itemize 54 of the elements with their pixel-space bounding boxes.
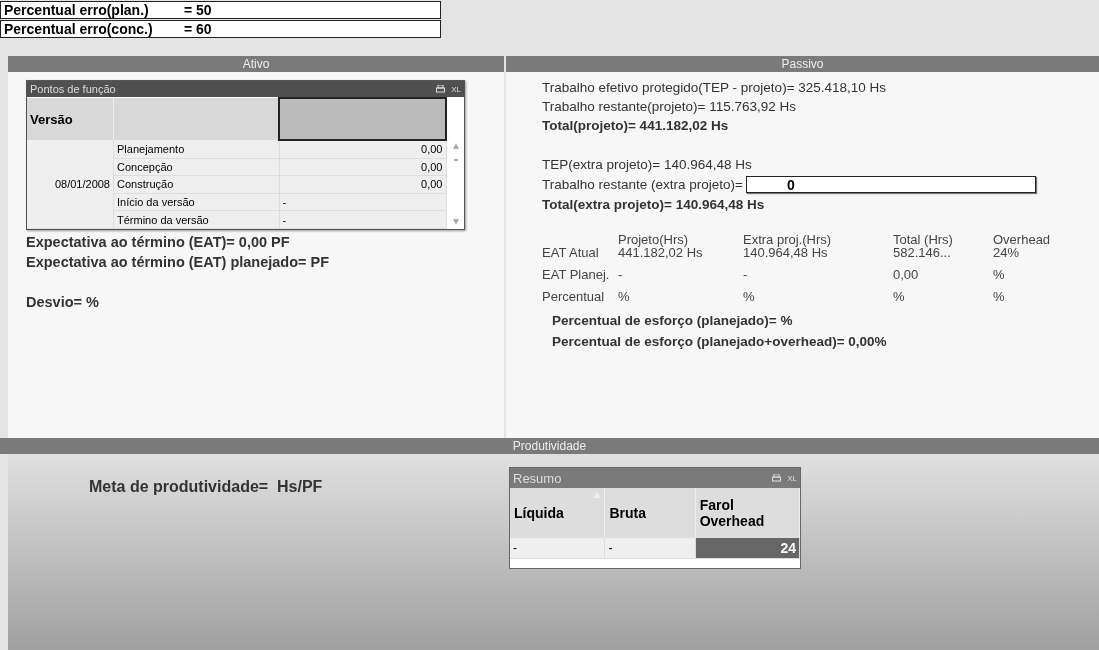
section-header: Produtividade [0, 438, 1099, 454]
table-cell: Planejamento [113, 140, 279, 159]
table-cell-text: % [993, 267, 1006, 284]
column-header: Projeto(Hrs) [618, 232, 690, 247]
summary-text: Trabalho efetivo protegido(TEP - projeto)= 325.418,10 Hs [542, 80, 888, 95]
table-title: Resumo [513, 470, 562, 486]
table-cell-text: 0,00 [893, 267, 920, 284]
table-cell-text: % [993, 289, 1006, 306]
table-cell: - [510, 538, 605, 559]
table-cell-text: - [618, 267, 624, 284]
error-label: Percentual erro(conc.) [4, 21, 154, 37]
column-label: Farol Overhead [699, 497, 765, 529]
summary-text: Percentual de esforço (planejado+overhead)= 0,00% [552, 334, 888, 349]
column-header[interactable]: Bruta [604, 488, 696, 538]
table-cell-text: Percentual [542, 289, 606, 306]
column-header[interactable]: Farol Overhead [695, 488, 800, 538]
summary-text: Total(projeto)= 441.182,02 Hs [542, 118, 730, 133]
table-cell-text: % [893, 289, 906, 306]
error-value: = 60 [184, 21, 212, 37]
table-cell-text: 24% [993, 245, 1021, 262]
table-cell-text: % [743, 289, 756, 306]
table-cell-text: EAT Planej. [542, 267, 611, 284]
table-cell-text: EAT Atual [542, 245, 600, 262]
summary-text: Desvio= % [26, 294, 100, 310]
table-cell-text: 582.146... [893, 245, 951, 262]
column-label: Líquida [514, 505, 564, 521]
excel-link[interactable]: XL [451, 84, 461, 94]
section-header: Ativo [8, 56, 504, 72]
summary-text: Meta de produtividade= Hs/PF [88, 477, 324, 497]
column-header: Total (Hrs) [893, 232, 954, 247]
summary-text: Total(extra projeto)= 140.964,48 Hs [542, 197, 766, 212]
error-value: = 50 [184, 2, 212, 18]
input-field[interactable]: 0 [746, 176, 1036, 193]
column-header: Overhead [993, 232, 1052, 247]
summary-text: Expectativa ao término (EAT)= 0,00 PF [26, 234, 291, 250]
table-cell-text: % [618, 289, 631, 306]
column-header[interactable]: Líquida [510, 488, 605, 538]
table-cell-text: - [743, 267, 749, 284]
table-title: Pontos de função [30, 83, 116, 95]
summary-text: Trabalho restante(projeto)= 115.763,92 Hs [542, 99, 798, 114]
error-label: Percentual erro(plan.) [4, 2, 150, 18]
table-cell: 08/01/2008 [27, 140, 114, 229]
print-icon[interactable] [436, 85, 446, 93]
summary-text: Expectativa ao término (EAT) planejado= PF [26, 254, 331, 270]
field-label: Trabalho restante (extra projeto)= [542, 177, 743, 192]
column-header: Versão [27, 98, 114, 140]
table-cell: - [604, 538, 696, 559]
print-icon[interactable] [772, 474, 782, 482]
section-header: Passivo [506, 56, 1099, 72]
summary-text: Percentual de esforço (planejado)= % [552, 313, 794, 328]
column-label: Bruta [609, 505, 646, 521]
column-header: Extra proj.(Hrs) [743, 232, 833, 247]
summary-text: TEP(extra projeto)= 140.964,48 Hs [542, 157, 753, 172]
table-cell: 24 [695, 538, 800, 559]
